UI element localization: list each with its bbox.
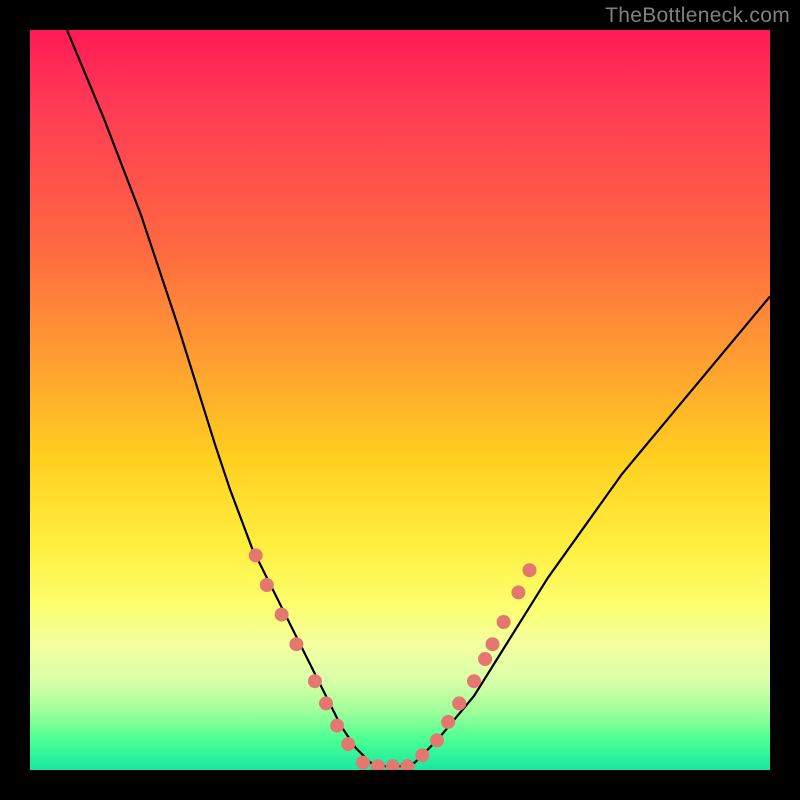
marker-group [249, 548, 537, 770]
plot-area [30, 30, 770, 770]
data-marker [319, 696, 333, 710]
bottleneck-curve [67, 30, 770, 766]
data-marker [330, 719, 344, 733]
data-marker [260, 578, 274, 592]
data-marker [289, 637, 303, 651]
data-marker [511, 585, 525, 599]
data-marker [486, 637, 500, 651]
data-marker [523, 563, 537, 577]
data-marker [441, 715, 455, 729]
watermark-text: TheBottleneck.com [605, 4, 790, 28]
data-marker [452, 696, 466, 710]
data-marker [467, 674, 481, 688]
data-marker [341, 737, 355, 751]
data-marker [430, 733, 444, 747]
data-marker [308, 674, 322, 688]
data-marker [497, 615, 511, 629]
data-marker [478, 652, 492, 666]
data-marker [371, 759, 385, 770]
data-marker [386, 759, 400, 770]
data-marker [400, 759, 414, 770]
data-marker [249, 548, 263, 562]
chart-frame: TheBottleneck.com [0, 0, 800, 800]
data-marker [415, 748, 429, 762]
data-marker [356, 756, 370, 770]
chart-svg [30, 30, 770, 770]
data-marker [275, 608, 289, 622]
